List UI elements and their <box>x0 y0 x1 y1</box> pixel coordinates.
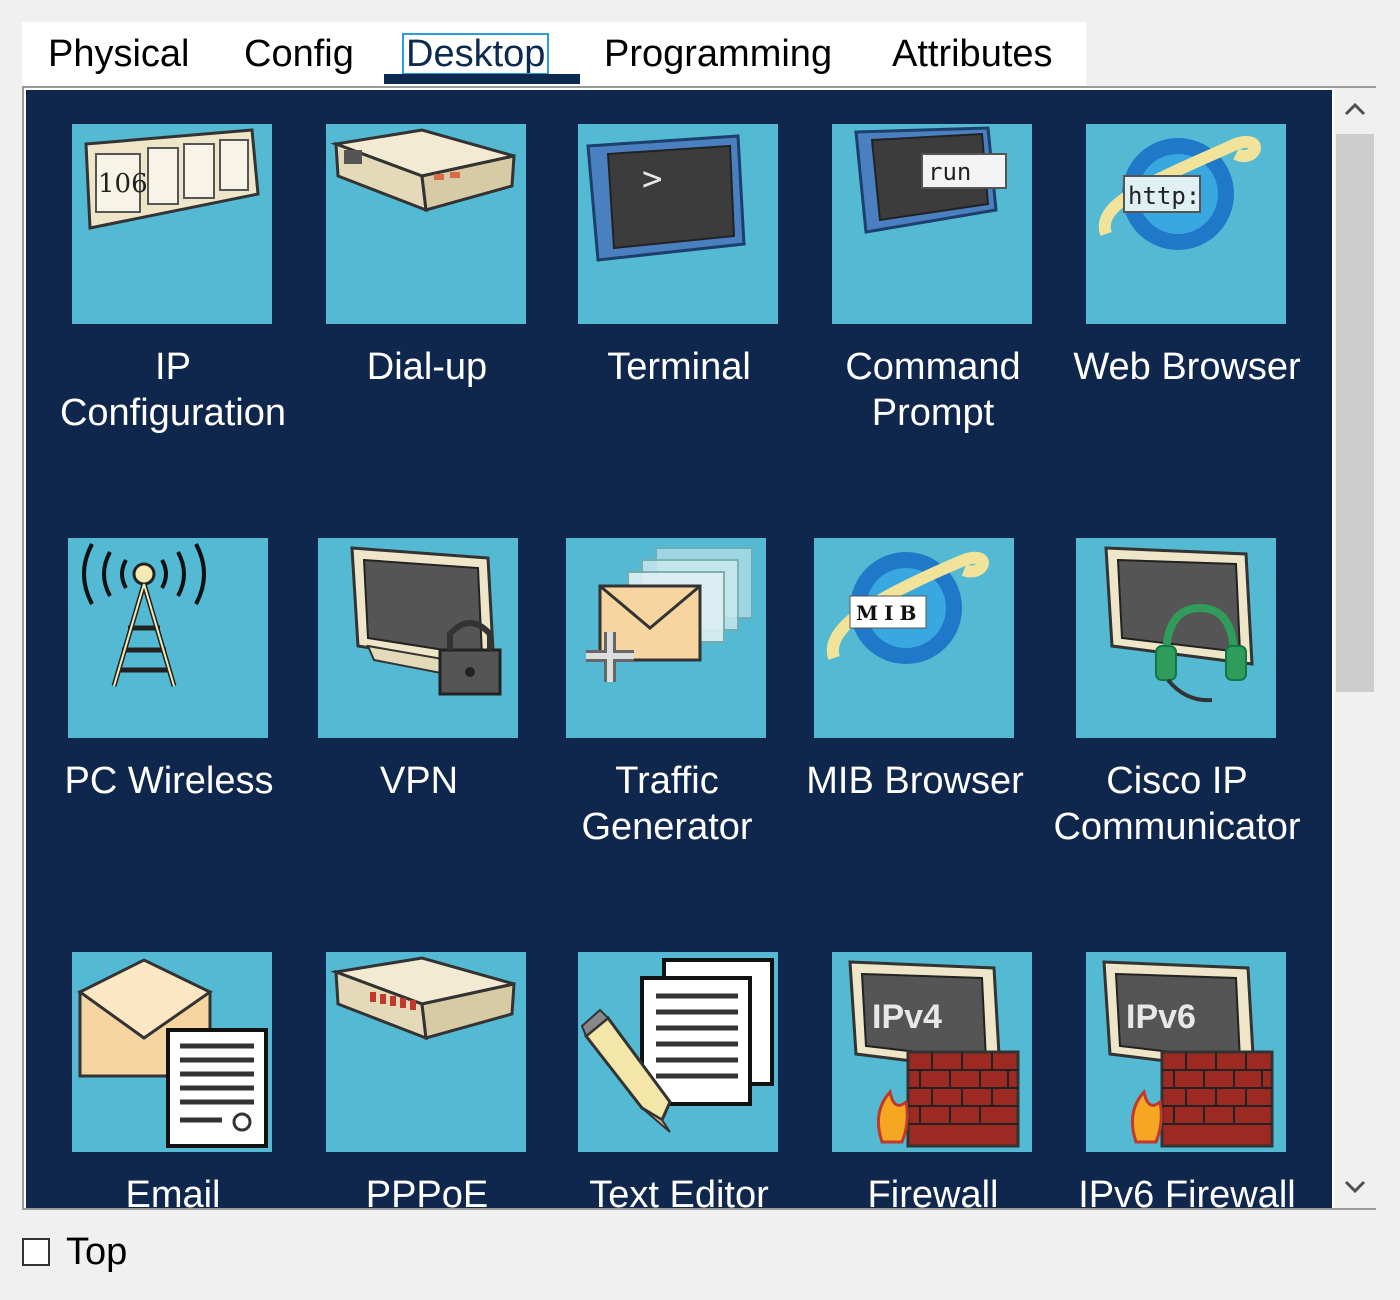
app-traffic-generator-label: Traffic Generator <box>581 760 753 848</box>
text-editor-icon <box>578 952 778 1152</box>
wireless-tower-icon <box>68 538 268 738</box>
tab-programming[interactable]: Programming <box>604 22 832 86</box>
app-terminal-label: Terminal <box>607 346 751 388</box>
top-option: Top <box>22 1230 128 1273</box>
top-checkbox[interactable] <box>22 1238 50 1266</box>
app-firewall-label: Firewall <box>867 1174 999 1208</box>
tab-physical[interactable]: Physical <box>48 22 190 86</box>
app-vpn-label: VPN <box>379 760 459 802</box>
app-ipv6-firewall-label: IPv6 Firewall <box>1078 1174 1296 1208</box>
app-pc-wireless-label: PC Wireless <box>64 760 274 802</box>
svg-text:>: > <box>642 159 662 199</box>
tab-physical-label: Physical <box>48 33 190 75</box>
vertical-scrollbar[interactable] <box>1334 88 1376 1208</box>
web-browser-icon: http: <box>1086 124 1286 324</box>
mib-browser-icon: MIB <box>814 538 1014 738</box>
svg-text:http:: http: <box>1128 182 1200 210</box>
scroll-down-arrow-icon[interactable] <box>1334 1166 1376 1208</box>
app-grid: 106 IP Configuration Dial-up > Terminal … <box>26 90 1332 1208</box>
pppoe-icon <box>326 952 526 1152</box>
app-ip-configuration-label: IP Configuration <box>59 346 287 434</box>
tab-config-label: Config <box>244 33 354 75</box>
app-text-editor-label: Text Editor <box>589 1174 769 1208</box>
svg-text:MIB: MIB <box>856 601 922 625</box>
app-email-label: Email <box>125 1174 221 1208</box>
traffic-generator-icon <box>566 538 766 738</box>
scroll-up-arrow-icon[interactable] <box>1334 88 1376 130</box>
svg-text:106: 106 <box>98 169 148 199</box>
ip-configuration-icon: 106 <box>72 124 272 324</box>
tab-desktop-label: Desktop <box>402 33 550 75</box>
app-cisco-ip-communicator-label: Cisco IP Communicator <box>1053 760 1301 848</box>
app-pppoe-label: PPPoE <box>365 1174 489 1208</box>
terminal-icon: > <box>578 124 778 324</box>
app-web-browser-label: Web Browser <box>1073 346 1301 388</box>
app-command-prompt-label: Command Prompt <box>845 346 1021 434</box>
svg-text:IPv4: IPv4 <box>872 998 942 1036</box>
active-tab-indicator <box>384 74 580 84</box>
dial-up-modem-icon <box>326 124 526 324</box>
desktop-panel: 106 IP Configuration Dial-up > Terminal … <box>22 86 1376 1210</box>
tab-config[interactable]: Config <box>244 22 354 86</box>
top-checkbox-label: Top <box>66 1230 128 1273</box>
app-dial-up-label: Dial-up <box>366 346 488 388</box>
scrollbar-thumb[interactable] <box>1336 134 1374 692</box>
firewall-icon: IPv4 <box>832 952 1032 1152</box>
command-prompt-icon: run <box>832 124 1032 324</box>
svg-text:IPv6: IPv6 <box>1126 998 1196 1036</box>
svg-text:run: run <box>928 158 971 186</box>
vpn-lock-icon <box>318 538 518 738</box>
ip-communicator-icon <box>1076 538 1276 738</box>
ipv6-firewall-icon: IPv6 <box>1086 952 1286 1152</box>
tab-programming-label: Programming <box>604 33 833 75</box>
tab-attributes-label: Attributes <box>892 33 1053 75</box>
app-mib-browser-label: MIB Browser <box>806 760 1024 802</box>
email-icon <box>72 952 272 1152</box>
tab-attributes[interactable]: Attributes <box>892 22 1053 86</box>
